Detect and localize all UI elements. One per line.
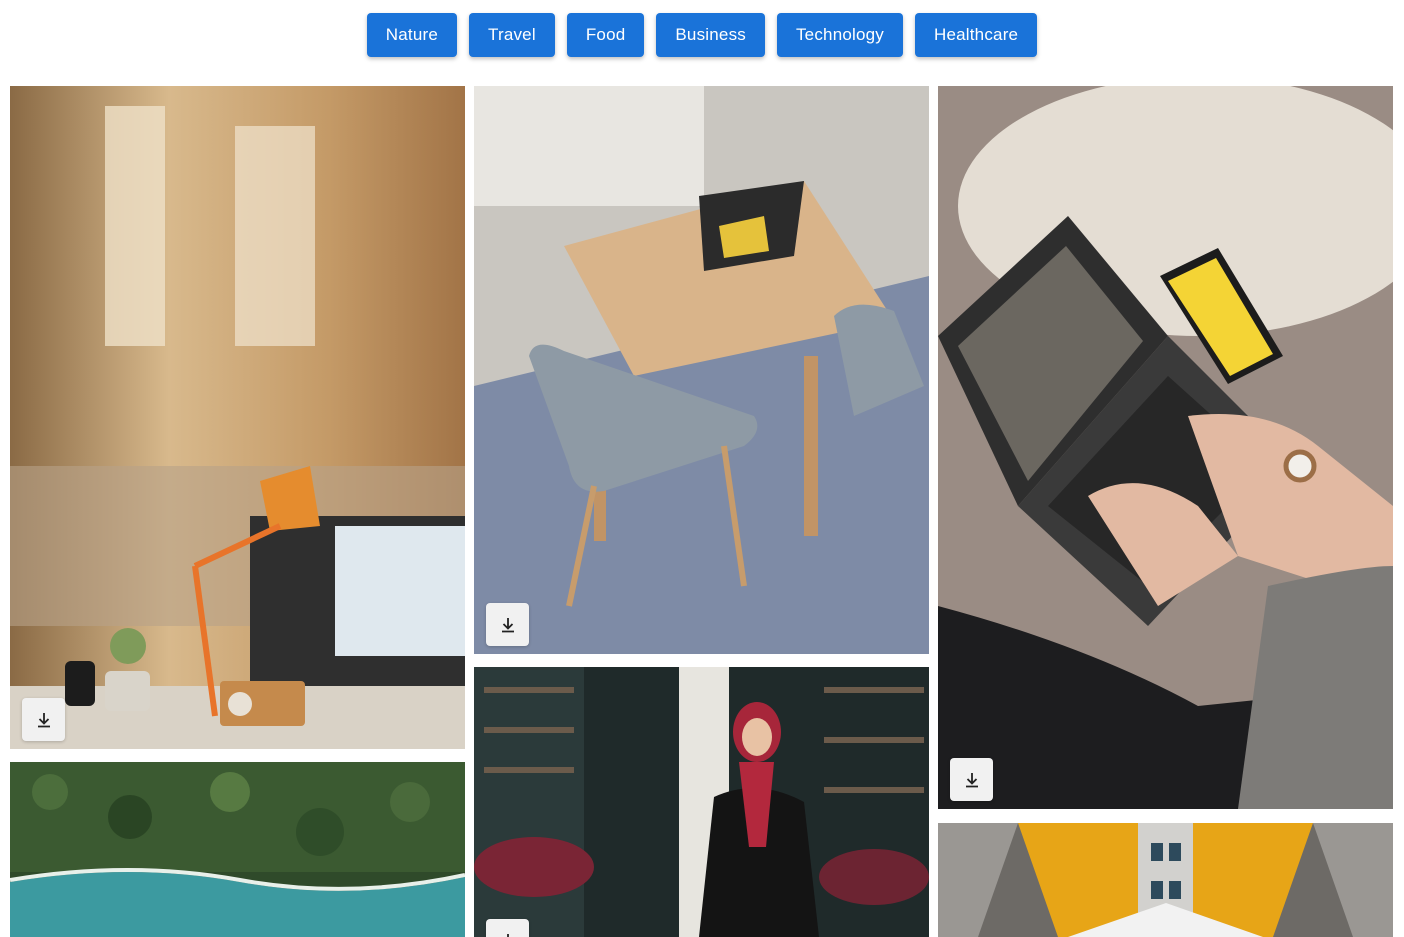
- photo-laptop-on-rug[interactable]: [938, 86, 1393, 809]
- wooden-table-image: [474, 86, 929, 654]
- aerial-forest-image: [10, 762, 465, 937]
- photo-wooden-table[interactable]: [474, 86, 929, 654]
- download-icon: [37, 712, 50, 727]
- download-button[interactable]: [486, 603, 529, 646]
- office-desk-image: [10, 86, 465, 749]
- woman-in-shop-image: [474, 667, 929, 937]
- photo-office-desk[interactable]: [10, 86, 465, 749]
- filter-healthcare-button[interactable]: Healthcare: [915, 13, 1038, 57]
- download-button[interactable]: [22, 698, 65, 741]
- filter-nature-button[interactable]: Nature: [366, 13, 458, 57]
- photo-yellow-architecture[interactable]: [938, 823, 1393, 937]
- download-button[interactable]: [486, 919, 529, 937]
- photo-woman-in-shop[interactable]: [474, 667, 929, 937]
- filter-technology-button[interactable]: Technology: [776, 13, 903, 57]
- download-icon: [965, 772, 978, 787]
- laptop-on-rug-image: [938, 86, 1393, 809]
- download-button[interactable]: [950, 758, 993, 801]
- category-filter-bar: Nature Travel Food Business Technology H…: [0, 13, 1404, 57]
- filter-food-button[interactable]: Food: [566, 13, 645, 57]
- download-icon: [501, 617, 514, 632]
- filter-business-button[interactable]: Business: [656, 13, 765, 57]
- filter-travel-button[interactable]: Travel: [469, 13, 555, 57]
- download-icon: [506, 933, 509, 937]
- photo-aerial-forest[interactable]: [10, 762, 465, 937]
- yellow-architecture-image: [938, 823, 1393, 937]
